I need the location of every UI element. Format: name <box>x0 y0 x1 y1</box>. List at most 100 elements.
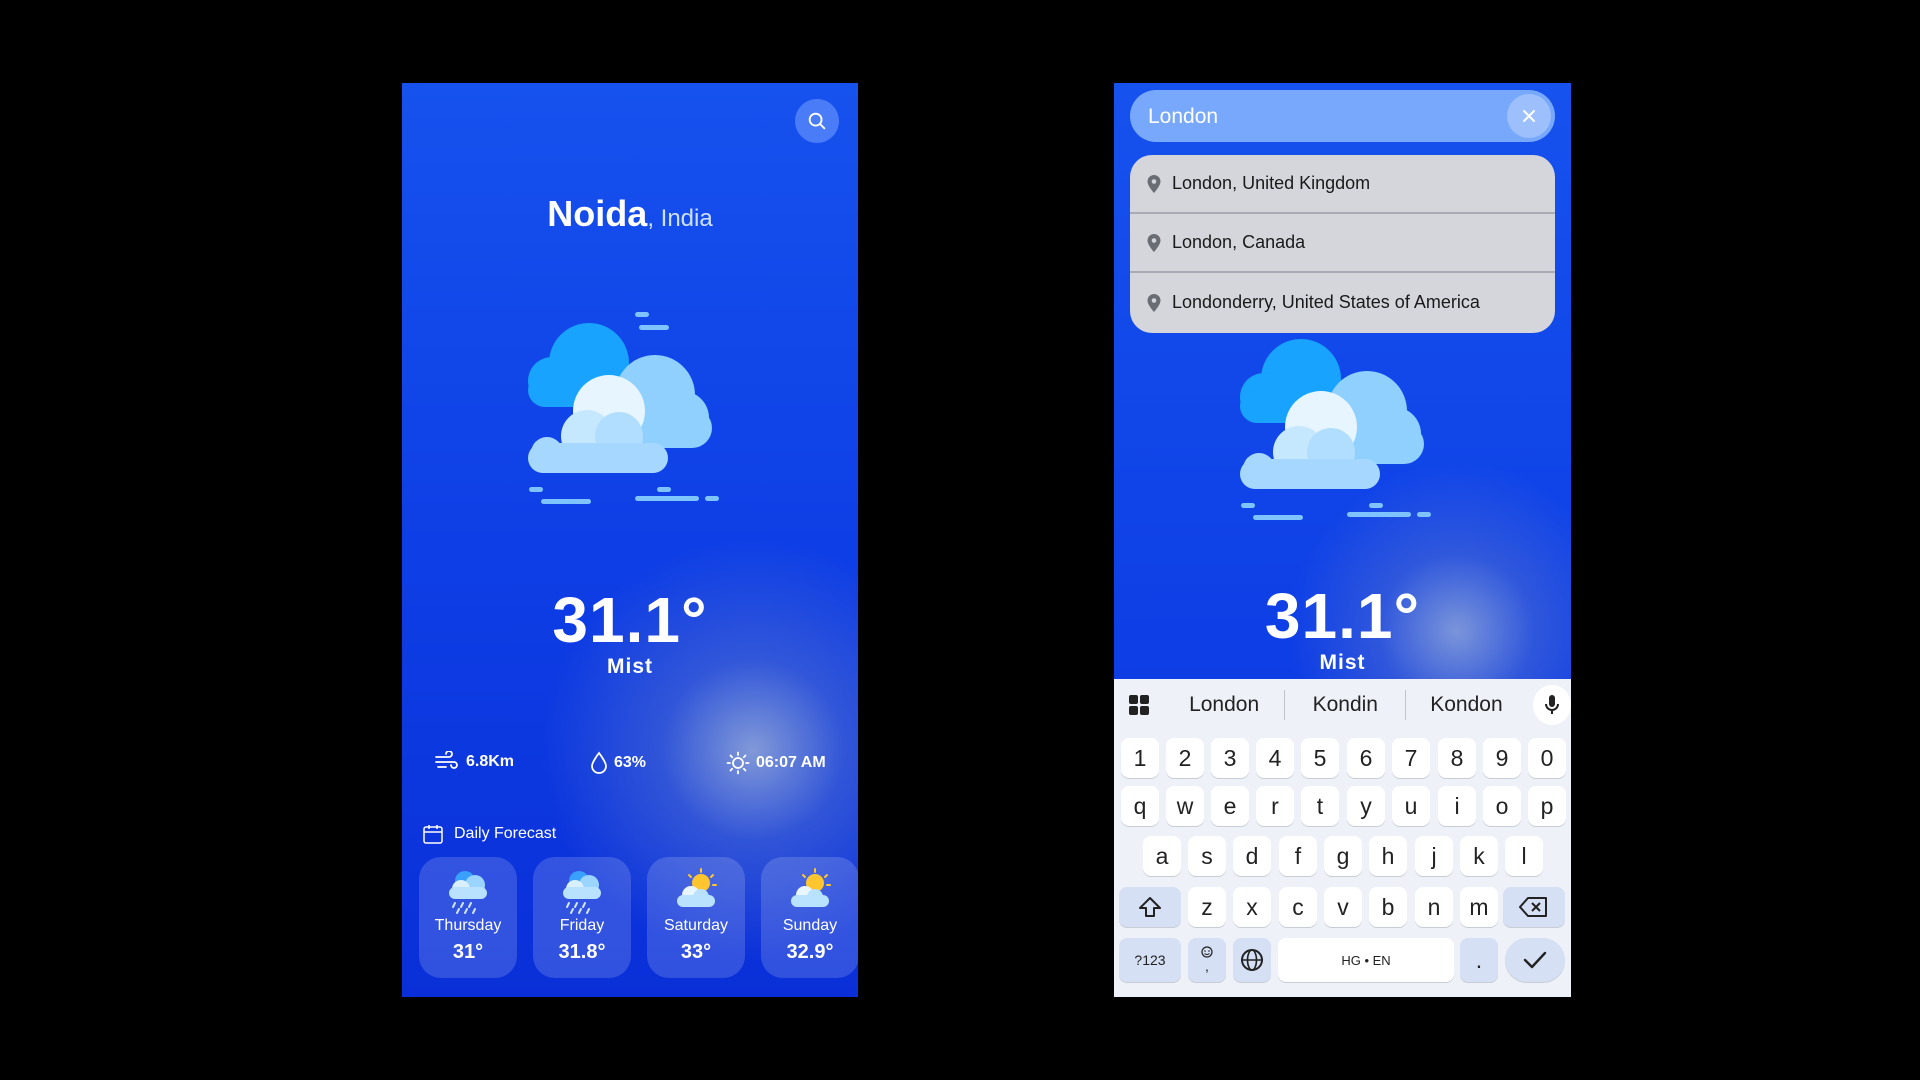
key-g[interactable]: g <box>1324 836 1362 876</box>
emoji-comma-key[interactable]: , <box>1188 938 1226 982</box>
weather-search-screen: London, United Kingdom London, Canada Lo… <box>1114 83 1571 997</box>
mist-cloud-illustration <box>528 312 719 504</box>
globe-icon <box>1241 949 1263 971</box>
suggestion-item[interactable]: London, Canada <box>1130 214 1555 273</box>
key-l[interactable]: l <box>1505 836 1543 876</box>
apps-grid-button[interactable] <box>1114 694 1164 716</box>
key-o[interactable]: o <box>1483 786 1521 826</box>
suggestion-label: London, United Kingdom <box>1172 173 1371 193</box>
shift-key[interactable] <box>1119 887 1181 927</box>
key-0[interactable]: 0 <box>1528 738 1566 778</box>
wind-icon <box>435 751 458 769</box>
key-b[interactable]: b <box>1369 887 1407 927</box>
shift-icon <box>1139 897 1161 917</box>
current-temperature: 31.1° <box>1264 580 1421 652</box>
key-7[interactable]: 7 <box>1392 738 1430 778</box>
forecast-card-saturday[interactable]: Saturday 33° <box>647 857 745 978</box>
calendar-icon <box>423 825 443 844</box>
key-i[interactable]: i <box>1438 786 1476 826</box>
key-3[interactable]: 3 <box>1211 738 1249 778</box>
key-p[interactable]: p <box>1528 786 1566 826</box>
search-icon <box>808 112 826 130</box>
key-1[interactable]: 1 <box>1121 738 1159 778</box>
key-q[interactable]: q <box>1121 786 1159 826</box>
key-6[interactable]: 6 <box>1347 738 1385 778</box>
key-f[interactable]: f <box>1279 836 1317 876</box>
forecast-temp: 31° <box>452 941 484 963</box>
keyboard-suggestion[interactable]: London <box>1164 693 1284 717</box>
search-input[interactable] <box>1146 100 1490 134</box>
location-pin-icon <box>1147 293 1161 312</box>
sun-icon <box>726 751 750 775</box>
key-z[interactable]: z <box>1188 887 1226 927</box>
enter-key[interactable] <box>1505 938 1565 982</box>
mist-cloud-illustration <box>1240 339 1431 520</box>
period-key[interactable]: . <box>1460 938 1498 982</box>
wind-value: 6.8Km <box>466 753 515 770</box>
key-u[interactable]: u <box>1392 786 1430 826</box>
search-bar <box>1130 90 1555 142</box>
key-8[interactable]: 8 <box>1438 738 1476 778</box>
suggestion-label: London, Canada <box>1172 232 1306 252</box>
key-a[interactable]: a <box>1143 836 1181 876</box>
key-y[interactable]: y <box>1347 786 1385 826</box>
key-t[interactable]: t <box>1301 786 1339 826</box>
forecast-card-sunday[interactable]: Sunday 32.9° <box>761 857 858 978</box>
key-j[interactable]: j <box>1415 836 1453 876</box>
forecast-card-friday[interactable]: Friday 31.8° <box>533 857 631 978</box>
backspace-icon <box>1519 897 1547 917</box>
forecast-day: Saturday <box>663 917 729 934</box>
forecast-day: Sunday <box>782 917 838 934</box>
current-temperature: 31.1° <box>552 584 708 656</box>
on-screen-keyboard: London Kondin Kondon 1 2 3 4 5 6 7 8 9 0… <box>1114 679 1571 997</box>
key-w[interactable]: w <box>1166 786 1204 826</box>
key-k[interactable]: k <box>1460 836 1498 876</box>
key-9[interactable]: 9 <box>1483 738 1521 778</box>
key-h[interactable]: h <box>1369 836 1407 876</box>
symbols-key[interactable]: ?123 <box>1119 938 1181 982</box>
apps-grid-icon <box>1129 695 1149 715</box>
humidity-value: 63% <box>614 754 647 771</box>
clear-search-button[interactable] <box>1507 94 1551 138</box>
forecast-day: Friday <box>559 917 605 934</box>
key-x[interactable]: x <box>1233 887 1271 927</box>
key-2[interactable]: 2 <box>1166 738 1204 778</box>
daily-forecast-header: Daily Forecast <box>422 823 556 845</box>
suggestion-item[interactable]: Londonderry, United States of America <box>1130 273 1555 332</box>
keyboard-suggestion-bar: London Kondin Kondon <box>1114 679 1571 731</box>
country-name: , India <box>647 205 713 232</box>
partly-sunny-icon <box>677 868 717 907</box>
voice-input-button[interactable] <box>1532 685 1571 725</box>
keyboard-suggestion[interactable]: Kondon <box>1406 693 1526 717</box>
emoji-icon <box>1201 946 1213 958</box>
search-button[interactable] <box>795 99 839 143</box>
weather-home-screen: Noida, India 31.1° Mist 6.8Km 63% 06:07 … <box>402 83 858 997</box>
key-e[interactable]: e <box>1211 786 1249 826</box>
key-d[interactable]: d <box>1233 836 1271 876</box>
key-n[interactable]: n <box>1415 887 1453 927</box>
key-m[interactable]: m <box>1460 887 1498 927</box>
space-bar[interactable]: HG • EN <box>1278 938 1454 982</box>
close-icon <box>1523 110 1535 122</box>
keyboard-suggestion[interactable]: Kondin <box>1285 693 1405 717</box>
current-condition: Mist <box>607 655 653 678</box>
suggestion-label: Londonderry, United States of America <box>1172 292 1480 312</box>
key-s[interactable]: s <box>1188 836 1226 876</box>
current-condition: Mist <box>1319 651 1366 674</box>
location-pin-icon <box>1147 233 1161 252</box>
rain-cloud-icon <box>449 871 487 914</box>
forecast-temp: 31.8° <box>558 941 606 963</box>
backspace-key[interactable] <box>1503 887 1565 927</box>
location-pin-icon <box>1147 174 1161 193</box>
language-key[interactable] <box>1233 938 1271 982</box>
key-r[interactable]: r <box>1256 786 1294 826</box>
key-v[interactable]: v <box>1324 887 1362 927</box>
key-4[interactable]: 4 <box>1256 738 1294 778</box>
location-suggestions: London, United Kingdom London, Canada Lo… <box>1130 155 1555 333</box>
key-5[interactable]: 5 <box>1301 738 1339 778</box>
forecast-card-thursday[interactable]: Thursday 31° <box>419 857 517 978</box>
forecast-day: Thursday <box>434 917 502 934</box>
key-c[interactable]: c <box>1279 887 1317 927</box>
humidity-stat: 63% <box>590 751 646 775</box>
suggestion-item[interactable]: London, United Kingdom <box>1130 155 1555 214</box>
